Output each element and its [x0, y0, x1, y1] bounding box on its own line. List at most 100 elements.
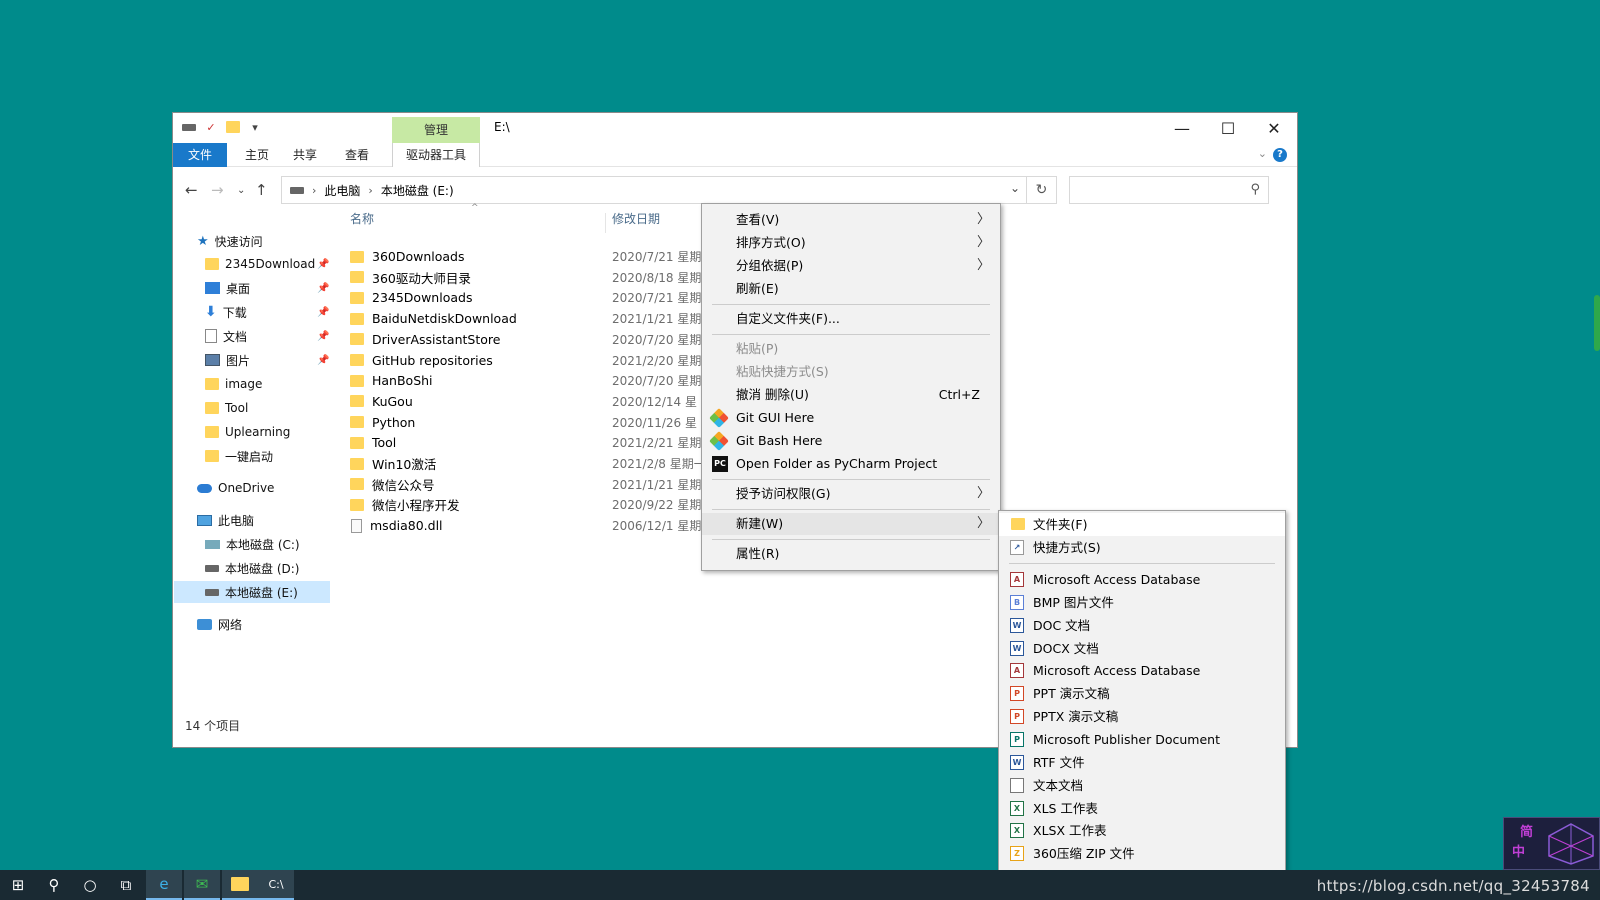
nav-item-2345download[interactable]: 2345Download 📌: [205, 253, 329, 275]
tab-home[interactable]: 主页: [237, 143, 277, 167]
tab-drive-tools[interactable]: 驱动器工具: [392, 143, 480, 167]
file-row[interactable]: GitHub repositories 2021/2/20 星期: [350, 350, 701, 371]
breadcrumb-separator[interactable]: ›: [312, 184, 316, 197]
new-item-xlsx[interactable]: X XLSX 工作表: [999, 819, 1285, 842]
menu-item-pycharm[interactable]: PC Open Folder as PyCharm Project: [702, 453, 1000, 475]
file-row[interactable]: 2345Downloads 2020/7/21 星期: [350, 287, 701, 308]
search-input[interactable]: ⚲: [1069, 176, 1269, 204]
nav-item-desktop[interactable]: 桌面 📌: [205, 277, 329, 299]
close-button[interactable]: ✕: [1251, 113, 1297, 143]
menu-item-grant-access[interactable]: 授予访问权限(G) 〉: [702, 483, 1000, 505]
up-icon[interactable]: ↑: [255, 181, 268, 199]
back-icon[interactable]: ←: [185, 181, 198, 199]
tab-file[interactable]: 文件: [173, 143, 227, 167]
menu-item-git-bash[interactable]: Git Bash Here: [702, 430, 1000, 452]
breadcrumb-this-pc[interactable]: 此电脑: [324, 182, 360, 199]
cortana-icon[interactable]: ○: [72, 870, 108, 900]
file-row[interactable]: Python 2020/11/26 星: [350, 412, 700, 433]
menu-item-view[interactable]: 查看(V) 〉: [702, 209, 1000, 231]
nav-item-image[interactable]: image: [205, 373, 262, 395]
nav-this-pc[interactable]: 此电脑: [197, 509, 254, 531]
menu-item-new[interactable]: 新建(W) 〉: [702, 513, 1000, 535]
nav-quick-access[interactable]: ★ 快速访问: [197, 230, 263, 252]
breadcrumb-separator[interactable]: ›: [368, 184, 372, 197]
nav-network[interactable]: 网络: [197, 613, 242, 635]
terminal-icon[interactable]: C:\: [258, 870, 294, 900]
refresh-icon[interactable]: ↻: [1027, 176, 1057, 204]
search-icon[interactable]: ⚲: [36, 870, 72, 900]
nav-item-uplearning[interactable]: Uplearning: [205, 421, 290, 443]
new-item-pptx[interactable]: P PPTX 演示文稿: [999, 705, 1285, 728]
menu-item-paste[interactable]: 粘贴(P): [702, 338, 1000, 360]
file-row[interactable]: 微信公众号 2021/1/21 星期: [350, 474, 701, 495]
file-row[interactable]: Tool 2021/2/21 星期: [350, 432, 701, 453]
address-bar[interactable]: › 此电脑 › 本地磁盘 (E:) ⌄: [281, 176, 1027, 204]
menu-item-group[interactable]: 分组依据(P) 〉: [702, 255, 1000, 277]
nav-item-downloads[interactable]: ⬇ 下载 📌: [205, 301, 329, 323]
customize-qat-icon[interactable]: ▾: [247, 119, 263, 135]
file-row[interactable]: 微信小程序开发 2020/9/22 星期: [350, 494, 701, 515]
nav-item-pictures[interactable]: 图片 📌: [205, 349, 329, 371]
wechat-icon[interactable]: ✉: [184, 870, 220, 900]
maximize-button[interactable]: ☐: [1205, 113, 1251, 143]
new-shortcut-item[interactable]: ↗ 快捷方式(S): [999, 536, 1285, 559]
menu-item-customize-folder[interactable]: 自定义文件夹(F)...: [702, 308, 1000, 330]
column-header-name[interactable]: 名称: [350, 210, 374, 227]
new-folder-icon[interactable]: [225, 119, 241, 135]
chevron-down-icon[interactable]: ⌄: [1258, 147, 1267, 160]
start-icon[interactable]: ⊞: [0, 870, 36, 900]
minimize-button[interactable]: —: [1159, 113, 1205, 143]
manage-tab[interactable]: 管理: [392, 117, 480, 143]
column-divider[interactable]: [605, 213, 606, 233]
menu-item-sort[interactable]: 排序方式(O) 〉: [702, 232, 1000, 254]
file-row[interactable]: KuGou 2020/12/14 星: [350, 391, 700, 412]
drive-icon[interactable]: [181, 119, 197, 135]
address-dropdown-icon[interactable]: ⌄: [1010, 181, 1020, 195]
recent-locations-icon[interactable]: ⌄: [237, 185, 245, 196]
menu-item-properties[interactable]: 属性(R): [702, 543, 1000, 565]
column-header-modified[interactable]: 修改日期: [612, 210, 660, 227]
menu-item-undo-delete[interactable]: 撤消 删除(U) Ctrl+Z: [702, 384, 1000, 406]
ime-indicator[interactable]: 简 中: [1503, 817, 1600, 870]
nav-item-one-click[interactable]: 一键启动: [205, 445, 273, 467]
file-row[interactable]: HanBoShi 2020/7/20 星期: [350, 370, 701, 391]
file-explorer-icon[interactable]: [222, 870, 258, 900]
task-view-icon[interactable]: ⧉: [108, 870, 144, 900]
scroll-thumb[interactable]: [1594, 295, 1600, 351]
menu-item-paste-shortcut[interactable]: 粘贴快捷方式(S): [702, 361, 1000, 383]
properties-icon[interactable]: ✓: [203, 119, 219, 135]
new-item-publisher[interactable]: P Microsoft Publisher Document: [999, 728, 1285, 751]
file-row[interactable]: BaiduNetdiskDownload 2021/1/21 星期: [350, 308, 701, 329]
forward-icon[interactable]: →: [211, 181, 224, 199]
file-row[interactable]: Win10激活 2021/2/8 星期一: [350, 453, 702, 474]
nav-drive-d[interactable]: 本地磁盘 (D:): [205, 557, 299, 579]
new-item-access[interactable]: A Microsoft Access Database: [999, 659, 1285, 682]
new-item-bmp[interactable]: B BMP 图片文件: [999, 591, 1285, 614]
nav-drive-e[interactable]: 本地磁盘 (E:): [174, 581, 330, 603]
tab-view[interactable]: 查看: [337, 143, 377, 167]
edge-icon[interactable]: e: [146, 870, 182, 900]
file-row[interactable]: 360Downloads 2020/7/21 星期: [350, 246, 701, 267]
new-item-doc[interactable]: W DOC 文档: [999, 614, 1285, 637]
menu-item-git-gui[interactable]: Git GUI Here: [702, 407, 1000, 429]
new-item-text[interactable]: 文本文档: [999, 774, 1285, 797]
xlsx-icon: X: [1010, 823, 1024, 839]
new-item-docx[interactable]: W DOCX 文档: [999, 637, 1285, 660]
menu-item-refresh[interactable]: 刷新(E): [702, 278, 1000, 300]
new-folder-item[interactable]: 文件夹(F): [999, 513, 1285, 536]
file-row[interactable]: DriverAssistantStore 2020/7/20 星期: [350, 329, 701, 350]
new-item-xls[interactable]: X XLS 工作表: [999, 797, 1285, 820]
file-row[interactable]: msdia80.dll 2006/12/1 星期: [350, 515, 701, 536]
new-item-ppt[interactable]: P PPT 演示文稿: [999, 682, 1285, 705]
nav-onedrive[interactable]: OneDrive: [197, 477, 274, 499]
nav-item-documents[interactable]: 文档 📌: [205, 325, 329, 347]
new-item-zip[interactable]: Z 360压缩 ZIP 文件: [999, 842, 1285, 865]
file-row[interactable]: 360驱动大师目录 2020/8/18 星期: [350, 267, 701, 288]
nav-drive-c[interactable]: 本地磁盘 (C:): [205, 533, 300, 555]
new-item-rtf[interactable]: W RTF 文件: [999, 751, 1285, 774]
new-item-access[interactable]: A Microsoft Access Database: [999, 568, 1285, 591]
breadcrumb-drive-e[interactable]: 本地磁盘 (E:): [381, 182, 454, 199]
tab-share[interactable]: 共享: [285, 143, 325, 167]
nav-item-tool[interactable]: Tool: [205, 397, 248, 419]
help-icon[interactable]: ?: [1273, 148, 1287, 162]
